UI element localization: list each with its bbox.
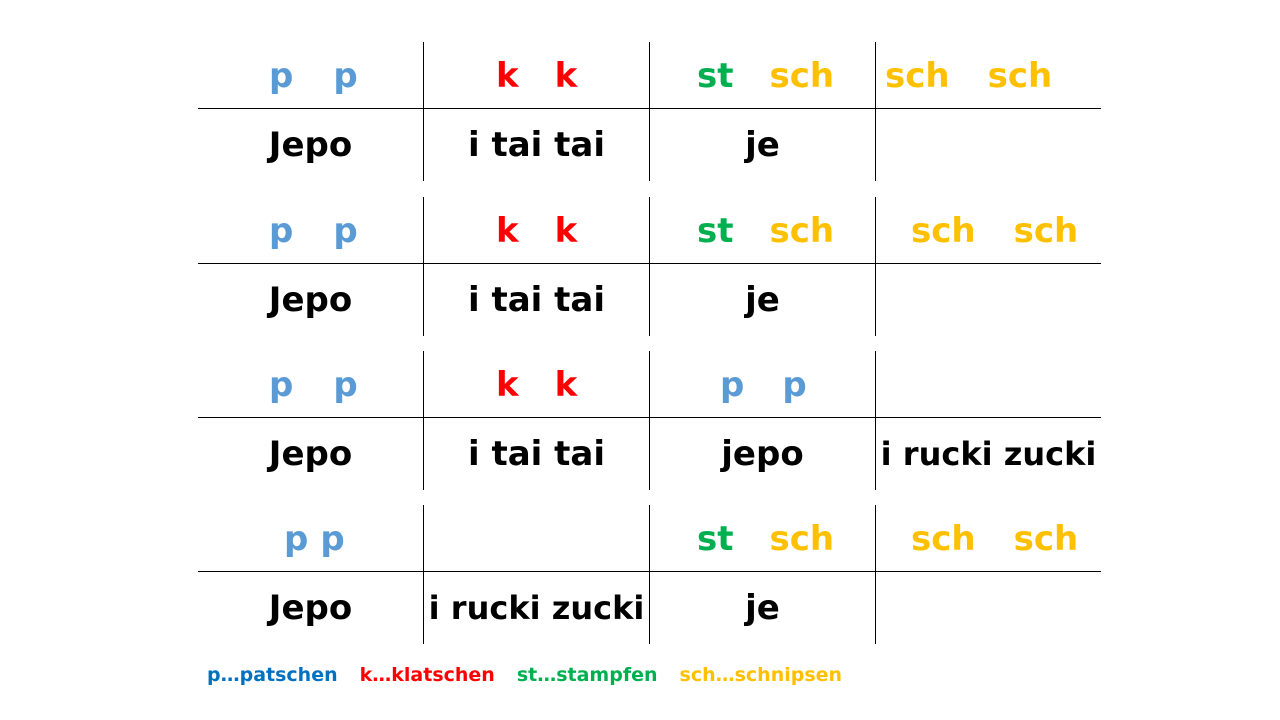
legend-klatschen: k…klatschen [359,664,495,686]
lyric-cell: je [745,280,780,320]
rhythm-block-2: p p k k st sch sch sch Jepo i tai tai je [198,197,1101,336]
symbol-token: sch [911,519,976,559]
column-divider [649,572,650,644]
symbol-token: k [496,211,519,251]
column-divider [423,418,424,490]
legend-patschen: p…patschen [207,664,338,686]
lyric-row: Jepo i tai tai je [198,264,1101,336]
column-divider [875,418,876,490]
lyric-row: Jepo i tai tai jepo i rucki zucki [198,418,1101,490]
column-divider [649,505,650,571]
symbol-row: p p k k p p [198,351,1101,418]
column-divider [649,418,650,490]
symbol-cell: sch sch [876,42,1110,108]
symbol-token: st [697,211,734,251]
symbol-cell: sch sch [876,197,1136,263]
lyric-cell: jepo [721,434,804,474]
symbol-token: p [269,56,294,96]
column-divider [875,351,876,417]
column-divider [649,109,650,181]
column-divider [423,505,424,571]
symbol-row: p p st sch sch sch [198,505,1101,572]
lyric-cell: Jepo [268,588,353,628]
column-divider [875,197,876,263]
lyric-cell [876,572,1101,644]
lyric-cell: i tai tai [467,280,606,320]
symbol-token: p [284,519,309,559]
column-divider [875,109,876,181]
lyric-cell [876,109,1101,181]
symbol-cell [876,351,1101,417]
column-divider [423,264,424,336]
lyric-cell: i tai tai [467,434,606,474]
rhythm-block-4: p p st sch sch sch Jepo i rucki zucki je [198,505,1101,644]
column-divider [649,351,650,417]
lyric-cell: Jepo [268,434,353,474]
symbol-token: sch [987,56,1053,96]
column-divider [423,197,424,263]
symbol-token: sch [911,211,976,251]
lyric-row: Jepo i rucki zucki je [198,572,1101,644]
symbol-token: sch [1013,211,1079,251]
symbol-token: p [269,211,294,251]
symbol-token: p [720,365,745,405]
legend-stampfen: st…stampfen [516,664,658,686]
lyric-cell: je [745,125,780,165]
lyric-row: Jepo i tai tai je [198,109,1101,181]
symbol-cell: sch sch [876,505,1136,571]
symbol-token: sch [769,56,835,96]
symbol-token: k [496,365,519,405]
legend-schnipsen: sch…schnipsen [679,664,843,686]
column-divider [875,264,876,336]
symbol-token: p [333,365,358,405]
symbol-token: p [333,211,358,251]
column-divider [875,42,876,108]
symbol-token: sch [769,519,835,559]
column-divider [423,42,424,108]
symbol-token: sch [1013,519,1079,559]
symbol-token: st [697,56,734,96]
symbol-token: sch [885,56,950,96]
legend: p…patschen k…klatschen st…stampfen sch…s… [207,664,842,686]
column-divider [649,42,650,108]
symbol-token: st [697,519,734,559]
symbol-cell [424,505,649,571]
symbol-token: p [269,365,294,405]
column-divider [423,109,424,181]
symbol-token: p [782,365,807,405]
symbol-token: sch [769,211,835,251]
rhythm-block-3: p p k k p p Jepo i tai tai jepo i rucki … [198,351,1101,490]
column-divider [649,264,650,336]
lyric-cell: i rucki zucki [880,435,1097,473]
lyric-cell [876,264,1101,336]
symbol-token: p [333,56,358,96]
column-divider [649,197,650,263]
lyric-cell: je [745,588,780,628]
symbol-row: p p k k st sch sch sch [198,197,1101,264]
column-divider [875,572,876,644]
rhythm-block-1: p p k k st sch sch sch Jepo i tai tai je [198,42,1101,181]
lyric-cell: Jepo [268,125,353,165]
lyric-cell: Jepo [268,280,353,320]
symbol-token: k [554,56,578,96]
symbol-token: p [320,519,345,559]
symbol-token: k [554,365,578,405]
symbol-token: k [496,56,519,96]
lyric-cell: i rucki zucki [428,589,645,627]
symbol-token: k [554,211,578,251]
symbol-row: p p k k st sch sch sch [198,42,1101,109]
column-divider [875,505,876,571]
column-divider [423,351,424,417]
column-divider [423,572,424,644]
lyric-cell: i tai tai [467,125,606,165]
